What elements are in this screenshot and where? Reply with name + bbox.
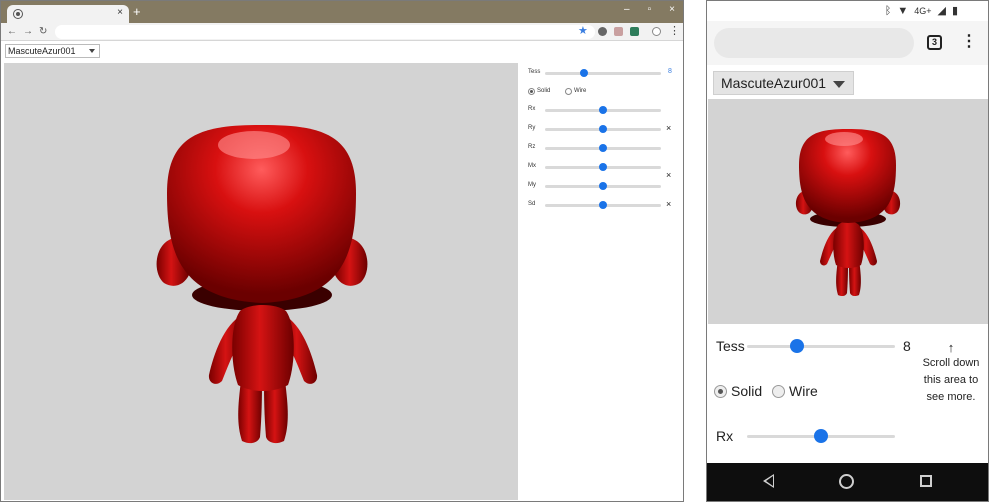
wifi-icon: ▼	[897, 4, 909, 17]
sd-reset-button[interactable]: ×	[666, 199, 671, 209]
mobile-rx-row: Rx	[707, 424, 988, 448]
mobile-model-select-value: MascuteAzur001	[721, 75, 827, 91]
forward-button[interactable]: →	[23, 25, 33, 39]
slider-thumb[interactable]	[790, 339, 805, 353]
scroll-hint: ↑ Scroll down this area to see more.	[917, 341, 985, 406]
3d-viewport[interactable]	[4, 63, 518, 500]
my-slider[interactable]	[545, 182, 661, 190]
recents-square-icon[interactable]	[920, 475, 932, 487]
chevron-down-icon	[833, 81, 845, 88]
tab-switcher-button[interactable]: 3	[927, 35, 942, 50]
address-bar[interactable]	[55, 25, 595, 39]
slider-thumb[interactable]	[599, 125, 607, 133]
reload-button[interactable]: ↻	[39, 25, 47, 39]
browser-toolbar: ← → ↻ ★ ⋮	[1, 23, 683, 41]
controls-panel: Tess 8 Solid Wire Rx Ry × Rz Mx × My Sd …	[523, 63, 683, 263]
network-type: 4G+	[914, 5, 932, 16]
mobile-rx-slider[interactable]	[747, 429, 895, 443]
wire-radio[interactable]	[565, 88, 572, 95]
mobile-tess-value: 8	[903, 338, 911, 354]
slider-thumb[interactable]	[599, 106, 607, 114]
slider-row-sd: Sd ×	[523, 198, 683, 212]
mobile-toolbar: 3 ⋮	[707, 21, 988, 65]
sd-label: Sd	[528, 201, 536, 207]
mobile-wire-label: Wire	[789, 383, 818, 399]
solid-radio[interactable]	[528, 88, 535, 95]
model-select-value: MascuteAzur001	[8, 46, 76, 56]
back-button[interactable]: ←	[7, 25, 17, 39]
mobile-rx-label: Rx	[716, 428, 734, 444]
android-nav-bar	[707, 463, 988, 501]
slider-thumb[interactable]	[599, 144, 607, 152]
tess-value: 8	[668, 68, 672, 75]
mobile-menu-icon[interactable]: ⋮	[961, 32, 977, 52]
tess-row: Tess 8	[523, 66, 683, 80]
wire-label: Wire	[574, 88, 587, 94]
chevron-down-icon	[89, 49, 95, 53]
mobile-address-bar[interactable]	[714, 28, 914, 58]
extension-icon[interactable]	[598, 27, 607, 36]
mobile-tess-label: Tess	[716, 338, 745, 354]
tab-close-button[interactable]: ×	[117, 7, 123, 19]
maximize-button[interactable]: ▫	[648, 4, 652, 15]
ry-reset-button[interactable]: ×	[666, 123, 671, 133]
battery-icon: ▮	[951, 5, 958, 17]
slider-thumb[interactable]	[599, 201, 607, 209]
new-tab-button[interactable]: +	[133, 5, 141, 19]
extension-icon[interactable]	[614, 27, 623, 36]
signal-icon: ◢	[937, 5, 946, 17]
status-icons: ᛒ ▼ 4G+ ◢ ▮	[884, 4, 958, 18]
browser-tab[interactable]: ×	[7, 5, 129, 23]
rz-label: Rz	[528, 144, 536, 150]
solid-label: Solid	[537, 88, 551, 94]
rx-label: Rx	[528, 106, 536, 112]
tess-slider[interactable]	[545, 69, 661, 77]
rz-slider[interactable]	[545, 144, 661, 152]
back-triangle-icon[interactable]	[763, 474, 774, 488]
home-circle-icon[interactable]	[839, 474, 854, 489]
render-mode-row: Solid Wire	[523, 85, 683, 99]
slider-row-rx: Rx	[523, 103, 683, 117]
minimize-button[interactable]: –	[624, 4, 630, 15]
my-label: My	[528, 182, 536, 188]
ry-slider[interactable]	[545, 125, 661, 133]
mobile-tess-slider[interactable]	[747, 339, 895, 353]
slider-row-rz: Rz	[523, 141, 683, 155]
arrow-up-icon: ↑	[947, 340, 955, 355]
slider-row-ry: Ry ×	[523, 122, 683, 136]
close-window-button[interactable]: ×	[669, 4, 675, 15]
rx-slider[interactable]	[545, 106, 661, 114]
bookmark-star-icon[interactable]: ★	[578, 24, 588, 38]
slider-thumb[interactable]	[580, 69, 589, 77]
desktop-browser-window: × + – ▫ × ← → ↻ ★ ⋮ MascuteAzur001 Tess …	[0, 0, 684, 502]
status-bar: ᛒ ▼ 4G+ ◢ ▮	[707, 1, 988, 21]
tab-favicon-icon	[13, 9, 23, 19]
tess-label: Tess	[528, 69, 541, 75]
slider-row-my: My	[523, 179, 683, 193]
mobile-model-select[interactable]: MascuteAzur001	[713, 71, 854, 95]
mxy-reset-row: ×	[523, 169, 683, 180]
mobile-solid-label: Solid	[731, 383, 763, 399]
mobile-character-model	[795, 129, 901, 297]
page-content: MascuteAzur001 Tess 8 Solid Wire Rx Ry ×…	[1, 42, 683, 501]
title-bar: × + – ▫ ×	[1, 1, 683, 23]
ry-label: Ry	[528, 125, 536, 131]
mobile-browser: ᛒ ▼ 4G+ ◢ ▮ 3 ⋮ MascuteAzur001 Tess 8 So…	[706, 0, 989, 502]
mobile-solid-radio[interactable]	[714, 385, 727, 398]
screenshot-root: × + – ▫ × ← → ↻ ★ ⋮ MascuteAzur001 Tess …	[0, 0, 989, 502]
vue-devtools-icon[interactable]	[630, 27, 639, 36]
window-controls: – ▫ ×	[624, 4, 675, 15]
slider-thumb[interactable]	[814, 429, 828, 443]
scroll-hint-text: Scroll down this area to see more.	[922, 357, 980, 403]
mobile-wire-radio[interactable]	[772, 385, 785, 398]
sd-slider[interactable]	[545, 201, 661, 209]
browser-menu-icon[interactable]: ⋮	[669, 24, 680, 38]
model-select[interactable]: MascuteAzur001	[5, 44, 100, 58]
character-model	[156, 125, 368, 444]
mobile-3d-viewport[interactable]	[708, 99, 988, 324]
slider-thumb[interactable]	[599, 182, 607, 190]
profile-avatar-icon[interactable]	[652, 27, 661, 36]
bluetooth-icon: ᛒ	[884, 4, 892, 17]
